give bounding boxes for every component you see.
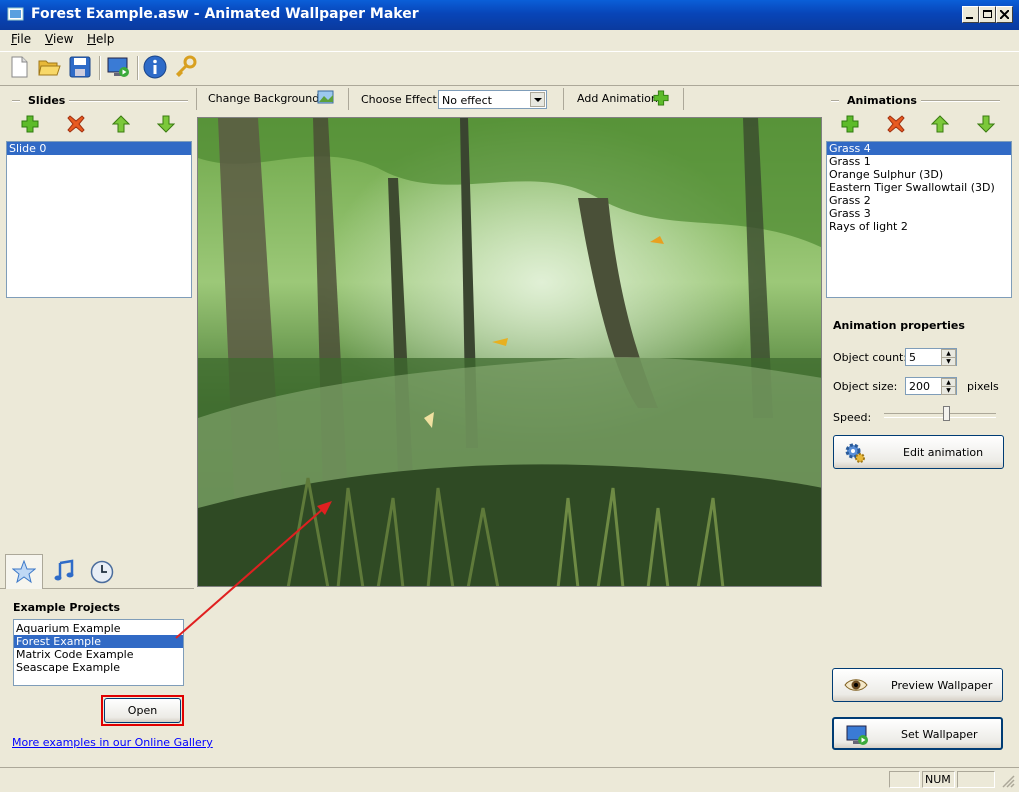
slides-title: Slides <box>28 94 66 107</box>
move-slide-up-icon[interactable] <box>112 115 130 133</box>
status-cell <box>889 771 920 788</box>
status-cell <box>957 771 995 788</box>
tab-clock-icon[interactable] <box>90 560 114 584</box>
window-title: Forest Example.asw - Animated Wallpaper … <box>31 6 419 22</box>
delete-animation-icon[interactable] <box>887 115 905 133</box>
set-wallpaper-button[interactable]: Set Wallpaper <box>832 717 1003 750</box>
minimize-button[interactable] <box>962 6 979 23</box>
example-projects-list[interactable]: Aquarium Example Forest Example Matrix C… <box>13 619 184 686</box>
choose-effect-label: Choose Effect: <box>361 93 441 106</box>
menu-bar <box>0 30 1019 50</box>
object-count-stepper[interactable]: 5 ▲ ▼ <box>905 348 957 366</box>
add-animation-icon[interactable] <box>653 90 669 106</box>
menu-file[interactable]: File <box>11 32 31 46</box>
eye-icon <box>844 679 868 691</box>
object-size-stepper[interactable]: 200 ▲ ▼ <box>905 377 957 395</box>
effect-value: No effect <box>442 94 492 107</box>
slides-list[interactable]: Slide 0 <box>6 141 192 298</box>
app-icon <box>7 7 24 21</box>
add-animation-list-icon[interactable] <box>841 115 859 133</box>
maximize-button[interactable] <box>979 6 996 23</box>
change-background-icon[interactable] <box>317 89 335 107</box>
key-icon[interactable] <box>174 55 198 79</box>
object-count-value: 5 <box>909 351 916 364</box>
move-animation-down-icon[interactable] <box>977 115 995 133</box>
speed-label: Speed: <box>833 411 872 424</box>
star-icon <box>12 560 36 584</box>
change-background-label[interactable]: Change Background <box>208 92 319 105</box>
delete-slide-icon[interactable] <box>67 115 85 133</box>
annotation-arrow <box>175 501 332 639</box>
preview-monitor-icon[interactable] <box>106 55 130 79</box>
new-file-icon[interactable] <box>7 55 31 79</box>
stepper-down-icon[interactable]: ▼ <box>941 386 956 395</box>
animation-item[interactable]: Grass 2 <box>827 194 1011 207</box>
status-num: NUM <box>922 771 955 788</box>
example-item[interactable]: Aquarium Example <box>14 622 183 635</box>
chevron-down-icon[interactable] <box>530 92 545 107</box>
animation-item[interactable]: Grass 3 <box>827 207 1011 220</box>
example-item[interactable]: Matrix Code Example <box>14 648 183 661</box>
preview-wallpaper-label: Preview Wallpaper <box>891 679 993 692</box>
resize-grip-icon[interactable] <box>1001 774 1015 788</box>
gear-icon <box>845 443 865 463</box>
add-slide-icon[interactable] <box>21 115 39 133</box>
animation-item[interactable]: Grass 1 <box>827 155 1011 168</box>
menu-help[interactable]: Help <box>87 32 114 46</box>
animation-item[interactable]: Orange Sulphur (3D) <box>827 168 1011 181</box>
close-icon <box>1000 10 1009 19</box>
open-button[interactable]: Open <box>104 698 181 723</box>
move-slide-down-icon[interactable] <box>157 115 175 133</box>
stepper-down-icon[interactable]: ▼ <box>941 357 956 366</box>
animation-item[interactable]: Rays of light 2 <box>827 220 1011 233</box>
set-wallpaper-label: Set Wallpaper <box>901 728 978 741</box>
speed-slider-thumb[interactable] <box>942 406 950 421</box>
info-icon[interactable] <box>143 55 167 79</box>
menu-view[interactable]: View <box>45 32 73 46</box>
animation-item-selected[interactable]: Grass 4 <box>827 142 1011 155</box>
edit-animation-label: Edit animation <box>903 446 984 459</box>
object-size-value: 200 <box>909 380 930 393</box>
online-gallery-link[interactable]: More examples in our Online Gallery <box>12 736 213 749</box>
example-item[interactable]: Seascape Example <box>14 661 183 674</box>
effect-select[interactable]: No effect <box>438 90 547 109</box>
add-animation-label[interactable]: Add Animation <box>577 92 658 105</box>
example-item-selected[interactable]: Forest Example <box>14 635 183 648</box>
slide-item[interactable]: Slide 0 <box>7 142 191 155</box>
tab-music-icon[interactable] <box>52 559 76 583</box>
preview-wallpaper-button[interactable]: Preview Wallpaper <box>832 668 1003 702</box>
example-projects-title: Example Projects <box>13 601 121 614</box>
close-button[interactable] <box>996 6 1013 23</box>
object-count-label: Object count: <box>833 351 908 364</box>
move-animation-up-icon[interactable] <box>931 115 949 133</box>
open-folder-icon[interactable] <box>37 55 61 79</box>
edit-animation-button[interactable]: Edit animation <box>833 435 1004 469</box>
animation-properties-title: Animation properties <box>833 319 965 332</box>
animations-title: Animations <box>847 94 917 107</box>
object-size-label: Object size: <box>833 380 898 393</box>
save-icon[interactable] <box>68 55 92 79</box>
animations-list[interactable]: Grass 4 Grass 1 Orange Sulphur (3D) East… <box>826 141 1012 298</box>
set-wallpaper-monitor-icon <box>846 725 868 745</box>
pixels-label: pixels <box>967 380 999 393</box>
speed-slider-track[interactable] <box>884 413 996 418</box>
animation-item[interactable]: Eastern Tiger Swallowtail (3D) <box>827 181 1011 194</box>
tab-examples[interactable] <box>5 554 43 589</box>
